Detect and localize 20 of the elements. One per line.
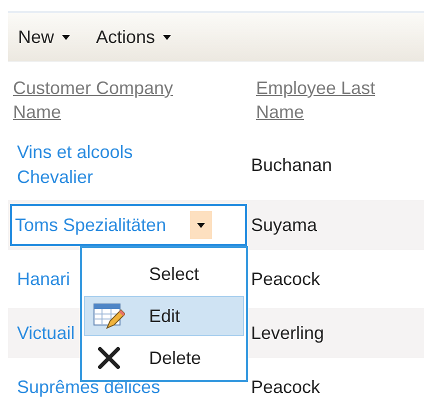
toolbar-menu-button[interactable]: New xyxy=(18,26,70,48)
table-cell-text: Peacock xyxy=(251,376,322,398)
menu-item[interactable]: Delete xyxy=(84,338,244,378)
table-cell-text: Peacock xyxy=(251,268,322,290)
caret-icon xyxy=(163,34,172,40)
toolbar-menu-button[interactable]: Actions xyxy=(96,26,172,48)
table-cell-text: Leverling xyxy=(251,322,326,344)
caret-icon xyxy=(62,34,70,40)
column-header-link[interactable]: Customer Company Name xyxy=(13,76,203,124)
menu-item[interactable]: Edit xyxy=(84,296,244,336)
customer-link[interactable]: Toms Spezialitäten xyxy=(15,212,190,238)
dropdown-button[interactable] xyxy=(190,211,212,239)
menu-item[interactable]: Select xyxy=(84,254,244,294)
column-header-link[interactable]: Employee Last Name xyxy=(256,76,424,124)
customer-link[interactable]: Vins et alcools Chevalier xyxy=(17,140,192,190)
table-cell-text: Suyama xyxy=(251,214,318,236)
table-pencil-icon xyxy=(93,302,125,330)
caret-icon xyxy=(197,222,205,228)
table-cell-text: Buchanan xyxy=(251,154,334,176)
x-icon xyxy=(97,346,121,370)
